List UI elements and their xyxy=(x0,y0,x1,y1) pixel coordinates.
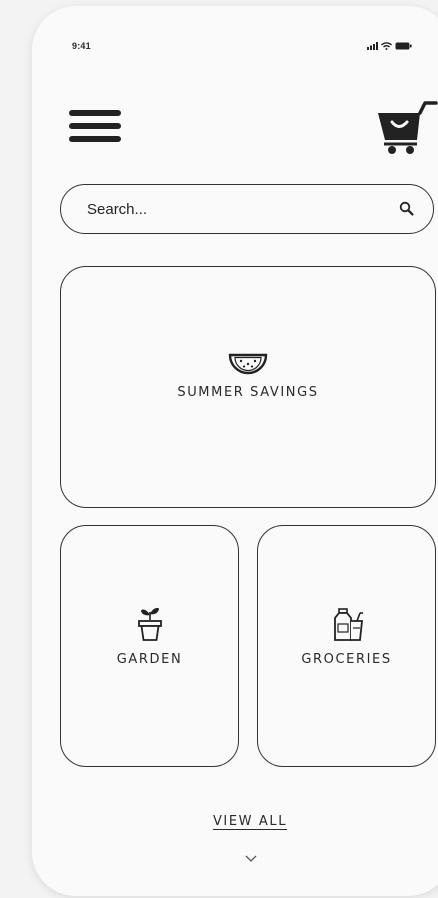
category-label: GARDEN xyxy=(116,652,183,667)
search-bar[interactable] xyxy=(60,184,434,234)
search-icon[interactable] xyxy=(399,201,415,217)
signal-icon xyxy=(367,42,378,50)
view-all-link[interactable]: VIEW ALL xyxy=(150,814,350,829)
chevron-down-icon[interactable] xyxy=(244,854,258,863)
search-input[interactable] xyxy=(87,197,377,221)
cart-button[interactable] xyxy=(374,100,438,156)
status-time: 9:41 xyxy=(72,41,91,51)
menu-button[interactable] xyxy=(68,108,122,146)
status-icons xyxy=(367,42,412,50)
plant-pot-icon xyxy=(138,607,162,641)
category-label: SUMMER SAVINGS xyxy=(177,385,319,400)
battery-icon xyxy=(395,42,412,50)
shopping-cart-icon xyxy=(378,101,438,154)
category-card-summer-savings[interactable]: SUMMER SAVINGS xyxy=(60,266,436,508)
category-card-groceries[interactable]: GROCERIES xyxy=(257,525,436,767)
bottles-icon xyxy=(334,608,363,641)
category-label: GROCERIES xyxy=(301,652,392,667)
watermelon-icon xyxy=(228,353,268,375)
category-card-garden[interactable]: GARDEN xyxy=(60,525,239,767)
wifi-icon xyxy=(381,42,392,50)
hamburger-menu-icon xyxy=(69,110,121,142)
